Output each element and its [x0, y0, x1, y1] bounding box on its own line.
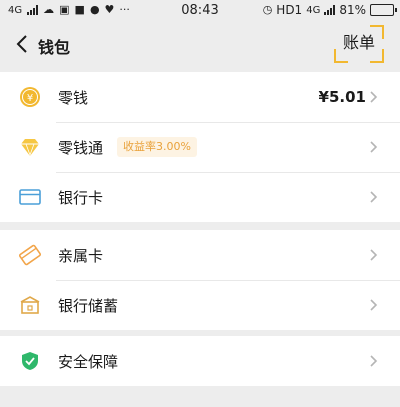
row-label: 零钱通 — [58, 138, 104, 157]
yuan-coin-icon: ¥ — [20, 87, 40, 107]
bank-savings-icon — [20, 296, 40, 314]
list-item-family-card[interactable]: 亲属卡 — [0, 230, 400, 280]
yield-badge: 收益率3.00% — [117, 137, 197, 157]
family-card-icon — [18, 244, 42, 266]
network-small: 4G — [306, 4, 321, 16]
row-label: 亲属卡 — [58, 246, 104, 265]
list-item-bank-card[interactable]: 银行卡 — [0, 172, 400, 222]
battery-percent: 81% — [339, 3, 366, 17]
bank-card-icon — [19, 189, 41, 205]
balance-value: ¥5.01 — [318, 88, 366, 106]
row-label: 银行卡 — [58, 188, 104, 207]
chevron-right-icon — [370, 191, 378, 203]
shield-icon — [22, 352, 38, 370]
diamond-icon — [21, 139, 39, 157]
battery-icon — [370, 4, 397, 16]
row-label: 银行储蓄 — [58, 296, 119, 315]
row-label: 安全保障 — [58, 352, 119, 371]
hd-label: HD1 — [276, 3, 303, 17]
alarm-icon: ◷ — [262, 3, 273, 16]
wallet-group-2: 亲属卡 银行储蓄 — [0, 230, 400, 330]
chevron-right-icon — [370, 91, 378, 103]
status-bar: 4G ☁ ▣ ■ ● ♥ ··· 08:43 ◷ HD1 4G 81% — [0, 0, 400, 22]
focus-corner — [370, 49, 384, 63]
list-item-security[interactable]: 安全保障 — [0, 336, 400, 386]
list-item-lingqiantong[interactable]: 零钱通 收益率3.00% — [0, 122, 400, 172]
chevron-right-icon — [370, 141, 378, 153]
chevron-right-icon — [370, 249, 378, 261]
focus-corner — [370, 25, 384, 39]
chevron-right-icon — [370, 355, 378, 367]
svg-text:¥: ¥ — [27, 93, 33, 104]
row-label: 零钱 — [58, 88, 89, 107]
list-item-change[interactable]: ¥ 零钱 ¥5.01 — [0, 72, 400, 122]
back-arrow-icon[interactable] — [14, 34, 30, 54]
focus-corner — [334, 49, 348, 63]
header: 钱包 账单 — [0, 22, 400, 68]
list-item-bank-savings[interactable]: 银行储蓄 — [0, 280, 400, 330]
wallet-group-3: 安全保障 — [0, 336, 400, 386]
wallet-group-1: ¥ 零钱 ¥5.01 零钱通 收益率3.00% 银行卡 — [0, 72, 400, 222]
status-right: ◷ HD1 4G 81% — [262, 3, 397, 17]
signal-icon-2 — [324, 5, 336, 15]
chevron-right-icon — [370, 299, 378, 311]
page-title: 钱包 — [38, 38, 71, 57]
bill-button[interactable]: 账单 — [334, 25, 384, 63]
